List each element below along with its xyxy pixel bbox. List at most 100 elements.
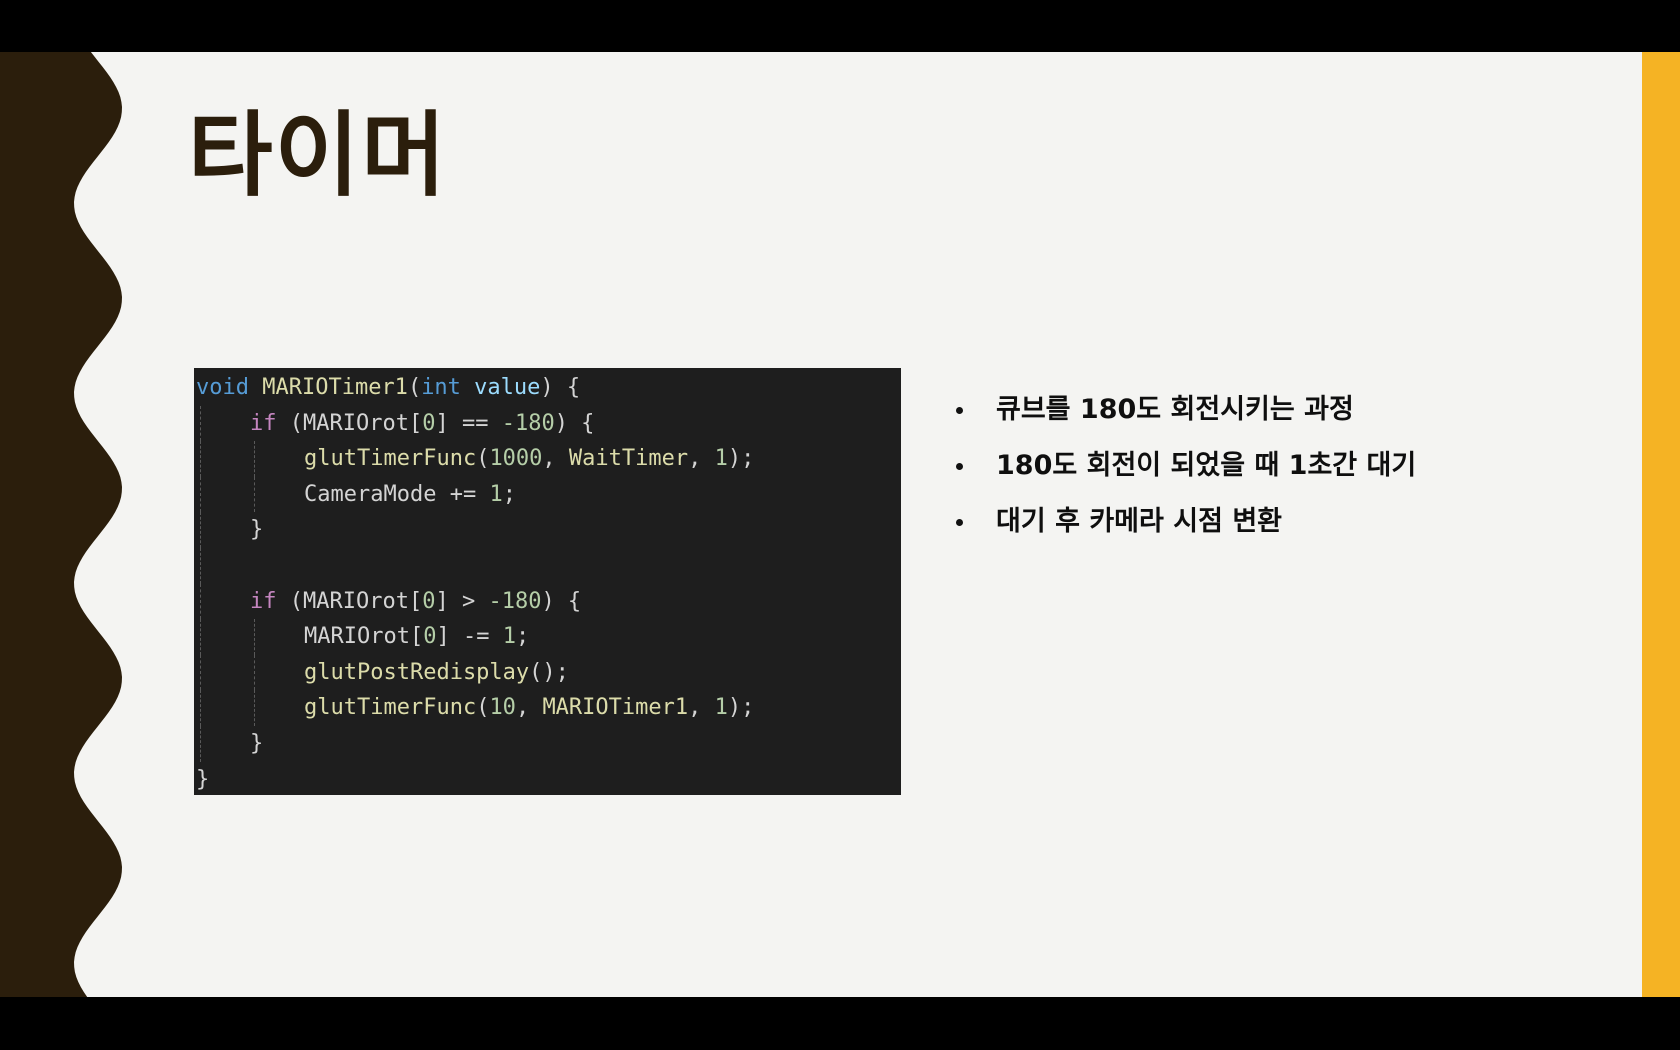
code-line: } [194,512,901,548]
code-text: if (MARIOrot[0] == -180) { [250,406,594,442]
code-token: [ [408,588,423,614]
code-text: glutTimerFunc(10, MARIOTimer1, 1); [304,690,754,726]
code-token: ); [727,695,755,721]
code-text: glutTimerFunc(1000, WaitTimer, 1); [304,441,754,477]
code-token: MARIOTimer1 [262,375,408,400]
code-token: ) { [554,410,595,436]
code-token: CameraMode [304,481,437,507]
code-token: ] -= [436,624,503,650]
code-token: } [250,730,264,756]
code-token: WaitTimer [568,446,689,472]
code-token: glutTimerFunc [304,695,477,721]
code-token: ( [276,410,303,436]
code-token: ] == [435,410,502,436]
bullet-item: 큐브를 180도 회전시키는 과정 [952,382,1416,438]
code-token: if [250,588,277,614]
code-token: 1 [502,624,516,650]
bullet-list: 큐브를 180도 회전시키는 과정 180도 회전이 되었을 때 1초간 대기대기… [952,382,1416,550]
code-token: MARIOrot [304,624,410,650]
code-line: if (MARIOrot[0] > -180) { [194,583,901,620]
code-token: int [421,375,461,400]
code-token: ( [476,446,490,472]
code-line: CameraMode += 1; [194,476,901,513]
bullet-dot-icon [956,463,963,470]
code-token: ( [476,695,490,721]
code-text: void MARIOTimer1(int value) { [196,370,580,406]
code-token: } [250,517,264,543]
code-line [194,547,901,584]
code-token: += [436,481,490,507]
slide-title: 타이머 [188,102,448,209]
code-text: MARIOrot[0] -= 1; [304,619,529,655]
bullet-item: 180도 회전이 되었을 때 1초간 대기 [952,438,1416,494]
indent-guide [200,547,201,584]
indent-guide [200,441,201,477]
code-token: -180 [501,410,555,436]
code-token: glutPostRedisplay [304,659,530,685]
code-text: glutPostRedisplay(); [304,655,569,691]
bullet-item: 대기 후 카메라 시점 변환 [952,494,1416,550]
code-text: CameraMode += 1; [304,477,516,513]
indent-guide [254,690,255,726]
code-token: , [688,695,715,721]
code-token: ) { [541,588,582,614]
code-token: 0 [423,624,437,650]
bullet-dot-icon [956,519,963,526]
code-token: 0 [422,588,436,614]
indent-guide [254,441,255,477]
indent-guide [200,619,201,655]
indent-guide [254,654,255,691]
bullet-text: 180도 회전이 되었을 때 1초간 대기 [996,450,1417,481]
code-token: void [196,375,249,400]
code-token: 1000 [489,446,543,472]
indent-guide [200,405,201,442]
indent-guide [200,512,201,548]
indent-guide [200,690,201,726]
code-token: ); [727,446,755,472]
code-token: ] > [435,588,489,614]
code-line: MARIOrot[0] -= 1; [194,619,901,655]
code-token: 1 [714,695,728,721]
indent-guide [200,583,201,620]
code-token: ; [502,481,516,507]
code-token: value [460,375,541,400]
code-text: } [250,512,263,548]
code-token: [ [409,624,424,650]
code-token: ( [276,588,303,614]
code-token: [ [408,410,423,436]
code-token: glutTimerFunc [304,446,477,472]
indent-guide [200,476,201,513]
bullet-dot-icon [956,407,963,414]
indent-guide [254,476,255,513]
code-line: glutTimerFunc(10, MARIOTimer1, 1); [194,690,901,726]
code-token: 1 [714,446,728,472]
slide: 타이머 void MARIOTimer1(int value) {if (MAR… [0,52,1680,997]
code-token: MARIOrot [303,410,409,436]
code-token: -180 [488,588,542,614]
code-token: if [250,410,277,436]
bullet-text: 큐브를 180도 회전시키는 과정 [996,394,1354,425]
code-token: 0 [422,410,436,436]
code-token: 10 [489,695,516,721]
code-snippet: void MARIOTimer1(int value) {if (MARIOro… [194,368,901,795]
code-line: void MARIOTimer1(int value) { [194,370,901,406]
code-line: } [194,762,901,798]
code-token: ) { [540,375,581,400]
code-text: } [250,726,263,762]
code-token: , [515,695,543,721]
code-token: ; [515,624,530,650]
code-token: MARIOTimer1 [542,695,689,721]
wavy-border-decoration [0,52,122,997]
code-token: , [542,446,569,472]
code-line: if (MARIOrot[0] == -180) { [194,405,901,442]
code-token: 1 [489,481,503,507]
accent-bar [1642,52,1680,997]
code-line: } [194,725,901,762]
code-text: } [196,762,209,798]
code-line: glutPostRedisplay(); [194,654,901,691]
code-token: MARIOrot [303,588,409,614]
indent-guide [200,725,201,762]
code-text: if (MARIOrot[0] > -180) { [250,584,581,620]
indent-guide [254,619,255,655]
